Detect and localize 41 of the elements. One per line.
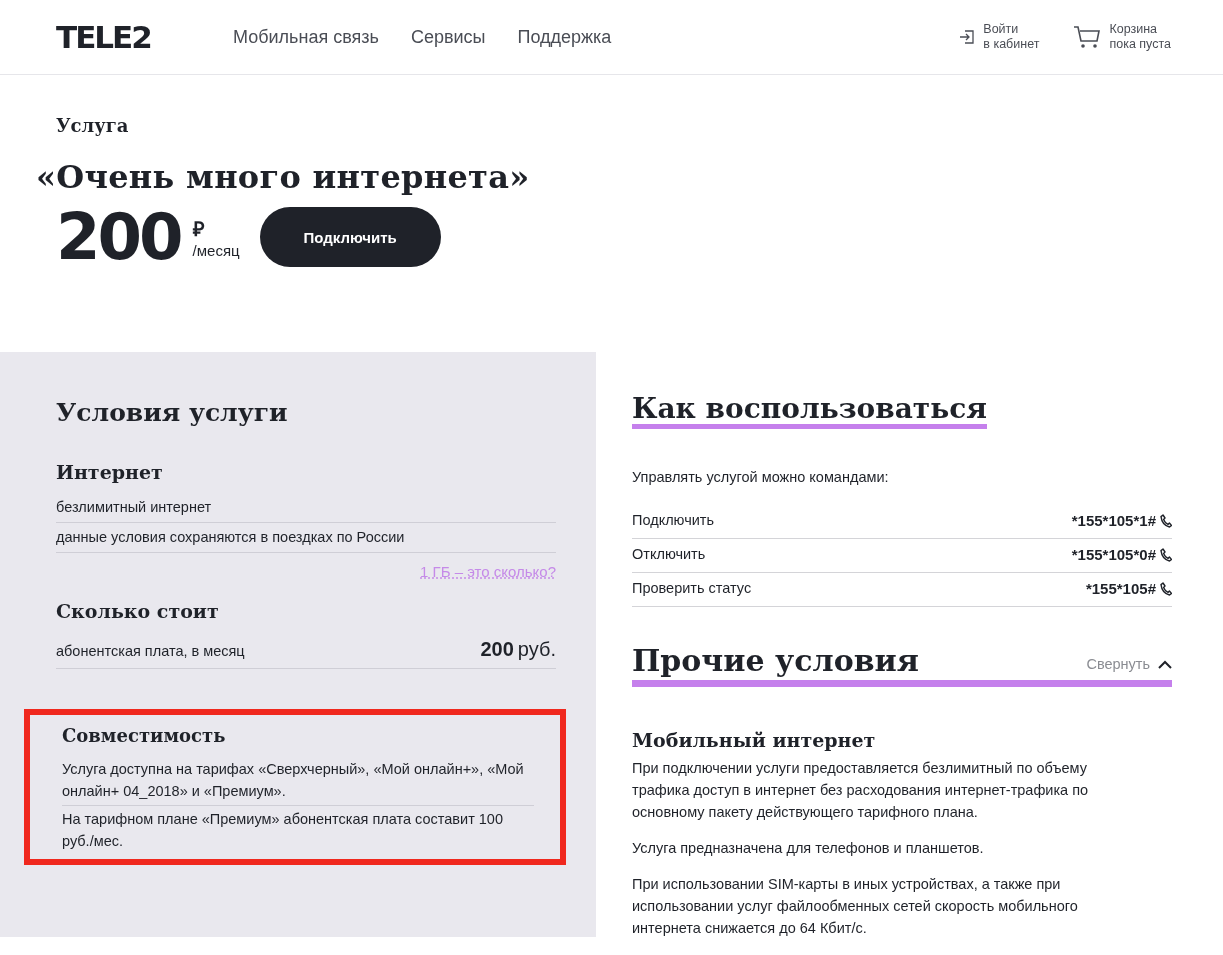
price: 200 bbox=[56, 202, 181, 272]
service-title: «Очень много интернета» bbox=[36, 158, 531, 196]
group-heading: Интернет bbox=[56, 461, 164, 483]
command-label: Подключить bbox=[632, 512, 714, 529]
nav-link[interactable]: Сервисы bbox=[410, 26, 486, 48]
paragraph: При подключении услуги предоставляется безлимитный по объему трафика доступ в интернет без расходования интернет-трафика по основному пакету действующего тарифного плана. bbox=[632, 759, 1090, 822]
chevron-icon bbox=[1158, 660, 1172, 669]
group-heading: Сколько стоит bbox=[56, 600, 220, 622]
nav-link[interactable]: Мобильная связь bbox=[233, 26, 379, 48]
ussd-code: *155*105*0# bbox=[1071, 546, 1156, 563]
login-icon bbox=[959, 30, 974, 44]
intro-text: Управлять услугой можно командами: bbox=[632, 469, 890, 485]
phone-icon bbox=[1160, 513, 1172, 528]
connect-button[interactable]: Подключить bbox=[259, 207, 441, 267]
section-heading: Прочие условия bbox=[632, 643, 919, 678]
phone-icon bbox=[1160, 547, 1172, 562]
cart-link[interactable]: Корзина пока пуста bbox=[1073, 22, 1171, 52]
paragraph: Услуга предназначена для телефонов и планшетов. bbox=[632, 839, 985, 858]
service-label: Услуга bbox=[56, 115, 130, 136]
ussd-code: *155*105# bbox=[1085, 580, 1156, 597]
section-heading: Как воспользоваться bbox=[632, 394, 987, 429]
logo[interactable]: TELE2 bbox=[56, 19, 233, 55]
subsection-heading: Мобильный интернет bbox=[632, 729, 877, 751]
condition-text: абонентская плата, в месяц bbox=[56, 643, 245, 659]
condition-text: Услуга доступна на тарифах «Сверхчерный», «Мой онлайн+», «Мой онлайн+ 04_2018» и «Премиум». bbox=[62, 760, 525, 801]
login-link[interactable]: Войти в кабинет bbox=[959, 22, 1040, 52]
command-label: Отключить bbox=[632, 546, 706, 563]
condition-text: безлимитный интернет bbox=[56, 499, 212, 515]
ussd-code: *155*105*1# bbox=[1071, 512, 1156, 529]
command-label: Проверить статус bbox=[632, 580, 752, 597]
section-heading: Условия услуги bbox=[56, 398, 289, 427]
paragraph: При использовании SIM-карты в иных устройствах, а также при использовании услуг файлообменных сетей скорость мобильного интернета снижается до 64 Кбит/с. bbox=[632, 875, 1079, 938]
condition-text: данные условия сохраняются в поездках по России bbox=[56, 529, 405, 545]
condition-text: На тарифном плане «Премиум» абонентская плата составит 100 руб./мес. bbox=[62, 810, 504, 851]
price-period: /месяц bbox=[192, 242, 240, 259]
currency-sign: ₽ bbox=[192, 217, 206, 242]
nav-link[interactable]: Поддержка bbox=[517, 26, 612, 48]
group-heading: Совместимость bbox=[62, 725, 227, 746]
cart-icon bbox=[1073, 26, 1101, 48]
phone-icon bbox=[1160, 581, 1172, 596]
price-value: 200 руб. bbox=[480, 638, 556, 661]
